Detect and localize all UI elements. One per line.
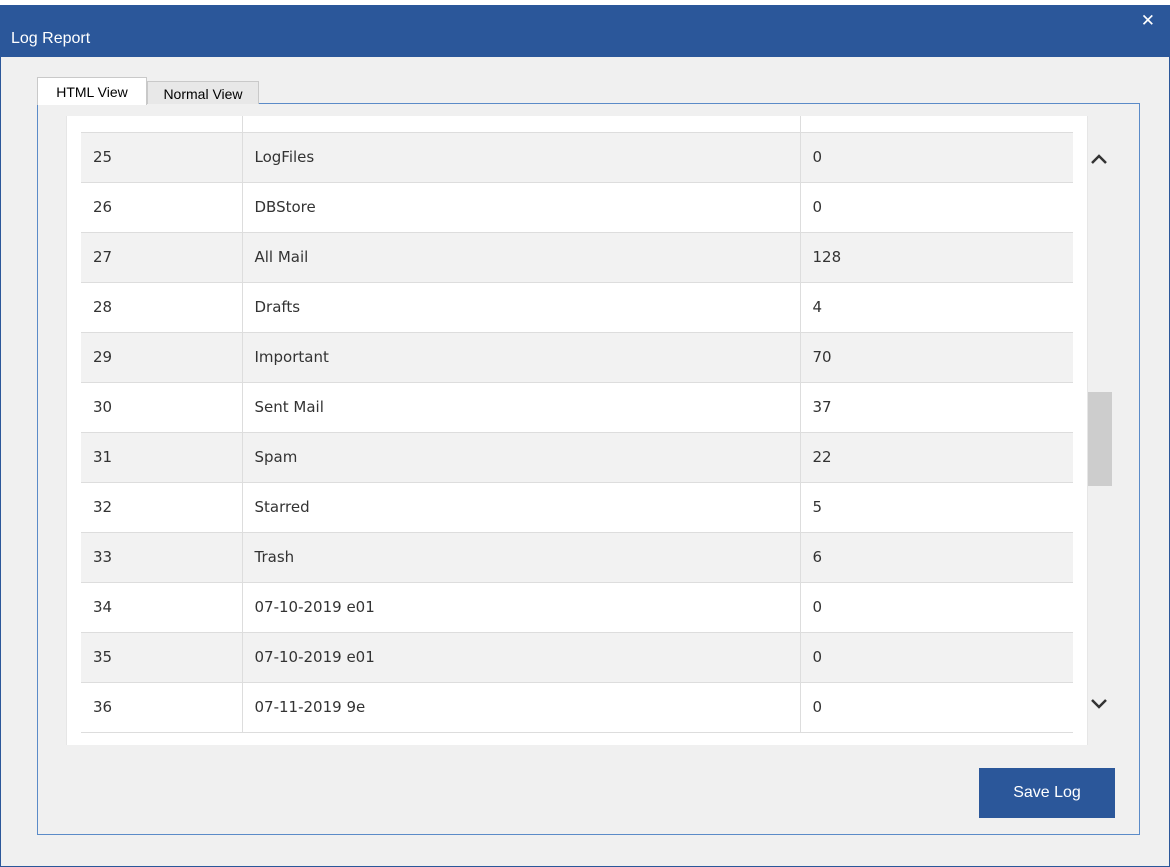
- table-row: 29 Important 70: [81, 332, 1073, 383]
- item-count-cell: 6: [800, 532, 1073, 583]
- row-number-cell: 24: [81, 116, 243, 133]
- folder-name-cell: LogFiles: [242, 132, 801, 183]
- table-row: 25 LogFiles 0: [81, 132, 1073, 183]
- item-count-cell: 0: [800, 116, 1073, 133]
- table-row: 32 Starred 5: [81, 482, 1073, 533]
- log-table: 24Backup025LogFiles026DBStore027All Mail…: [81, 116, 1073, 733]
- row-number-cell: 25: [81, 132, 243, 183]
- folder-name-cell: Trash: [242, 532, 801, 583]
- folder-name-cell: Backup: [242, 116, 801, 133]
- folder-name-cell: Important: [242, 332, 801, 383]
- folder-name-cell: All Mail: [242, 232, 801, 283]
- table-row: 26 DBStore 0: [81, 182, 1073, 233]
- close-icon[interactable]: ✕: [1141, 11, 1155, 31]
- chevron-up-icon[interactable]: [1088, 150, 1110, 168]
- row-number-cell: 32: [81, 482, 243, 533]
- table-row: 35 07-10-2019 e01 0: [81, 632, 1073, 683]
- row-number-cell: 27: [81, 232, 243, 283]
- save-log-button[interactable]: Save Log: [979, 768, 1115, 818]
- tab-normal-view[interactable]: Normal View: [147, 81, 259, 104]
- row-number-cell: 31: [81, 432, 243, 483]
- item-count-cell: 4: [800, 282, 1073, 333]
- table-row: 28 Drafts 4: [81, 282, 1073, 333]
- folder-name-cell: Sent Mail: [242, 382, 801, 433]
- folder-name-cell: Spam: [242, 432, 801, 483]
- table-row: 27 All Mail 128: [81, 232, 1073, 283]
- table-row: 33 Trash 6: [81, 532, 1073, 583]
- folder-name-cell: 07-10-2019 e01: [242, 582, 801, 633]
- item-count-cell: 70: [800, 332, 1073, 383]
- row-number-cell: 30: [81, 382, 243, 433]
- item-count-cell: 0: [800, 132, 1073, 183]
- tab-html-view[interactable]: HTML View: [37, 77, 147, 105]
- item-count-cell: 0: [800, 182, 1073, 233]
- folder-name-cell: DBStore: [242, 182, 801, 233]
- table-row: 31 Spam 22: [81, 432, 1073, 483]
- item-count-cell: 128: [800, 232, 1073, 283]
- row-number-cell: 34: [81, 582, 243, 633]
- scrollbar-thumb[interactable]: [1088, 392, 1112, 486]
- table-row: 36 07-11-2019 9e 0: [81, 682, 1073, 733]
- html-log-view[interactable]: 24Backup025LogFiles026DBStore027All Mail…: [66, 116, 1088, 745]
- table-row: 30 Sent Mail 37: [81, 382, 1073, 433]
- folder-name-cell: Drafts: [242, 282, 801, 333]
- title-bar: Log Report ✕: [1, 5, 1169, 57]
- window-title: Log Report: [11, 30, 91, 47]
- table-row: 24Backup0: [81, 116, 1073, 133]
- item-count-cell: 22: [800, 432, 1073, 483]
- item-count-cell: 5: [800, 482, 1073, 533]
- chevron-down-icon[interactable]: [1088, 695, 1110, 713]
- row-number-cell: 33: [81, 532, 243, 583]
- item-count-cell: 0: [800, 632, 1073, 683]
- table-row: 34 07-10-2019 e01 0: [81, 582, 1073, 633]
- item-count-cell: 0: [800, 582, 1073, 633]
- item-count-cell: 37: [800, 382, 1073, 433]
- item-count-cell: 0: [800, 682, 1073, 733]
- folder-name-cell: 07-11-2019 9e: [242, 682, 801, 733]
- folder-name-cell: 07-10-2019 e01: [242, 632, 801, 683]
- row-number-cell: 29: [81, 332, 243, 383]
- folder-name-cell: Starred: [242, 482, 801, 533]
- row-number-cell: 36: [81, 682, 243, 733]
- row-number-cell: 35: [81, 632, 243, 683]
- row-number-cell: 26: [81, 182, 243, 233]
- row-number-cell: 28: [81, 282, 243, 333]
